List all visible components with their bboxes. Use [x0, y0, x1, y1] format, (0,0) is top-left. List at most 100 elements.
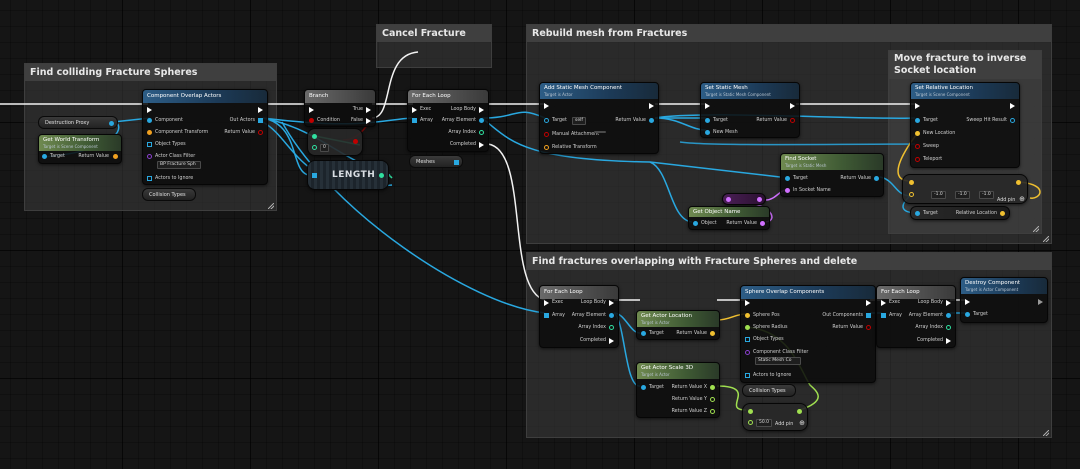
actors-to-ignore-pin[interactable] [745, 373, 750, 378]
output-pin[interactable] [757, 197, 762, 202]
true-exec-pin[interactable] [366, 107, 371, 113]
completed-pin[interactable] [609, 338, 614, 344]
input-b-pin[interactable] [312, 145, 317, 150]
output-pin[interactable] [454, 160, 459, 165]
sweep-pin[interactable] [915, 144, 920, 149]
return-z-pin[interactable] [710, 409, 715, 414]
exec-in-pin[interactable] [881, 300, 886, 306]
exec-in-pin[interactable] [705, 103, 710, 109]
find-socket-node[interactable]: Find Socket Target is Static Mesh Target… [780, 153, 884, 197]
completed-pin[interactable] [479, 142, 484, 148]
multiply-vector-node[interactable]: -1.0 -1.0 -1.0 Add pin ⊕ [902, 174, 1028, 204]
exec-out-pin[interactable] [866, 300, 871, 306]
array-length-node[interactable]: LENGTH [307, 160, 389, 190]
get-actor-scale-3d-node[interactable]: Get Actor Scale 3D Target is Actor Targe… [636, 362, 720, 418]
component-pin[interactable] [147, 118, 152, 123]
input-a-pin[interactable] [748, 409, 753, 414]
for-each-loop-node[interactable]: For Each Loop Exec Loop Body Array Array… [407, 89, 489, 152]
get-relative-location-node[interactable]: Target Relative Location [910, 206, 1010, 220]
new-mesh-pin[interactable] [705, 130, 710, 135]
return-pin[interactable] [760, 221, 765, 226]
return-pin[interactable] [866, 325, 871, 330]
exec-out-pin[interactable] [1038, 299, 1043, 305]
add-pin-icon[interactable]: ⊕ [799, 420, 805, 427]
loop-body-pin[interactable] [479, 107, 484, 113]
array-index-pin[interactable] [479, 130, 484, 135]
manual-attachment-pin[interactable] [544, 132, 549, 137]
condition-pin[interactable] [309, 118, 314, 123]
exec-in-pin[interactable] [915, 103, 920, 109]
target-pin[interactable] [915, 211, 920, 216]
target-self-field[interactable]: self [572, 117, 586, 125]
sweep-hit-pin[interactable] [1010, 118, 1015, 123]
add-pin-button[interactable]: Add pin [775, 421, 793, 428]
exec-out-pin[interactable] [790, 103, 795, 109]
vector-x-field[interactable]: -1.0 [931, 191, 946, 199]
return-pin[interactable] [874, 176, 879, 181]
loop-body-pin[interactable] [946, 300, 951, 306]
destruction-proxy-variable[interactable]: Destruction Proxy [38, 116, 118, 129]
actors-to-ignore-pin[interactable] [147, 176, 152, 181]
array-index-pin[interactable] [946, 325, 951, 330]
target-pin[interactable] [915, 118, 920, 123]
target-pin[interactable] [641, 331, 646, 336]
actor-class-filter-pin[interactable] [147, 154, 152, 159]
target-pin[interactable] [785, 176, 790, 181]
input-b-pin[interactable] [909, 192, 914, 197]
length-out-pin[interactable] [379, 173, 384, 178]
sphere-pos-pin[interactable] [745, 313, 750, 318]
object-pin[interactable] [693, 221, 698, 226]
set-static-mesh-node[interactable]: Set Static Mesh Target is Static Mesh Co… [700, 82, 800, 138]
get-object-name-node[interactable]: Get Object Name Object Return Value [688, 206, 770, 230]
relative-transform-pin[interactable] [544, 145, 549, 150]
sphere-overlap-components-node[interactable]: Sphere Overlap Components Sphere Pos Out… [740, 285, 876, 383]
completed-pin[interactable] [946, 338, 951, 344]
set-relative-location-node[interactable]: Set Relative Location Target is Scene Co… [910, 82, 1020, 168]
compare-value-field[interactable]: 0 [320, 144, 329, 152]
target-pin[interactable] [544, 118, 549, 123]
array-index-pin[interactable] [609, 325, 614, 330]
input-a-pin[interactable] [312, 134, 317, 139]
destroy-component-node[interactable]: Destroy Component Target is Actor Compon… [960, 277, 1048, 323]
exec-out-pin[interactable] [258, 107, 263, 113]
float-value-field[interactable]: 50.0 [756, 419, 773, 427]
return-pin[interactable] [790, 118, 795, 123]
output-pin[interactable] [1016, 180, 1021, 185]
actor-class-filter-dropdown[interactable]: BP Fracture Sph [157, 161, 201, 169]
component-overlap-actors-node[interactable]: Component Overlap Actors Component Out A… [142, 89, 268, 185]
for-each-loop-node-2[interactable]: For Each Loop Exec Loop Body Array Array… [539, 285, 619, 348]
output-pin[interactable] [109, 121, 114, 126]
array-pin[interactable] [412, 118, 417, 123]
blueprint-graph-canvas[interactable]: Find colliding Fracture Spheres Cancel F… [0, 0, 1080, 469]
array-pin[interactable] [881, 313, 886, 318]
exec-in-pin[interactable] [412, 107, 417, 113]
target-pin[interactable] [42, 154, 47, 159]
in-socket-name-pin[interactable] [785, 188, 790, 193]
exec-in-pin[interactable] [965, 299, 970, 305]
vector-z-field[interactable]: -1.0 [979, 191, 994, 199]
relative-location-pin[interactable] [1000, 211, 1005, 216]
new-location-pin[interactable] [915, 131, 920, 136]
input-a-pin[interactable] [909, 180, 914, 185]
teleport-pin[interactable] [915, 157, 920, 162]
target-pin[interactable] [641, 385, 646, 390]
component-class-filter-pin[interactable] [745, 350, 750, 355]
component-transform-pin[interactable] [147, 130, 152, 135]
array-pin[interactable] [544, 313, 549, 318]
exec-in-pin[interactable] [309, 107, 314, 113]
return-x-pin[interactable] [710, 385, 715, 390]
output-pin[interactable] [353, 139, 358, 144]
exec-in-pin[interactable] [544, 300, 549, 306]
multiply-float-node[interactable]: 50.0 Add pin ⊕ [742, 403, 808, 431]
input-pin[interactable] [726, 197, 731, 202]
collision-types-variable-2[interactable]: Collision Types [742, 384, 796, 397]
meshes-variable[interactable]: Meshes [409, 155, 463, 168]
branch-node[interactable]: Branch True Condition False [304, 89, 376, 127]
target-pin[interactable] [705, 118, 710, 123]
out-actors-pin[interactable] [258, 118, 263, 123]
exec-in-pin[interactable] [147, 107, 152, 113]
array-pin[interactable] [312, 173, 317, 178]
get-actor-location-node[interactable]: Get Actor Location Target is Actor Targe… [636, 310, 720, 340]
exec-out-pin[interactable] [649, 103, 654, 109]
false-exec-pin[interactable] [366, 118, 371, 124]
